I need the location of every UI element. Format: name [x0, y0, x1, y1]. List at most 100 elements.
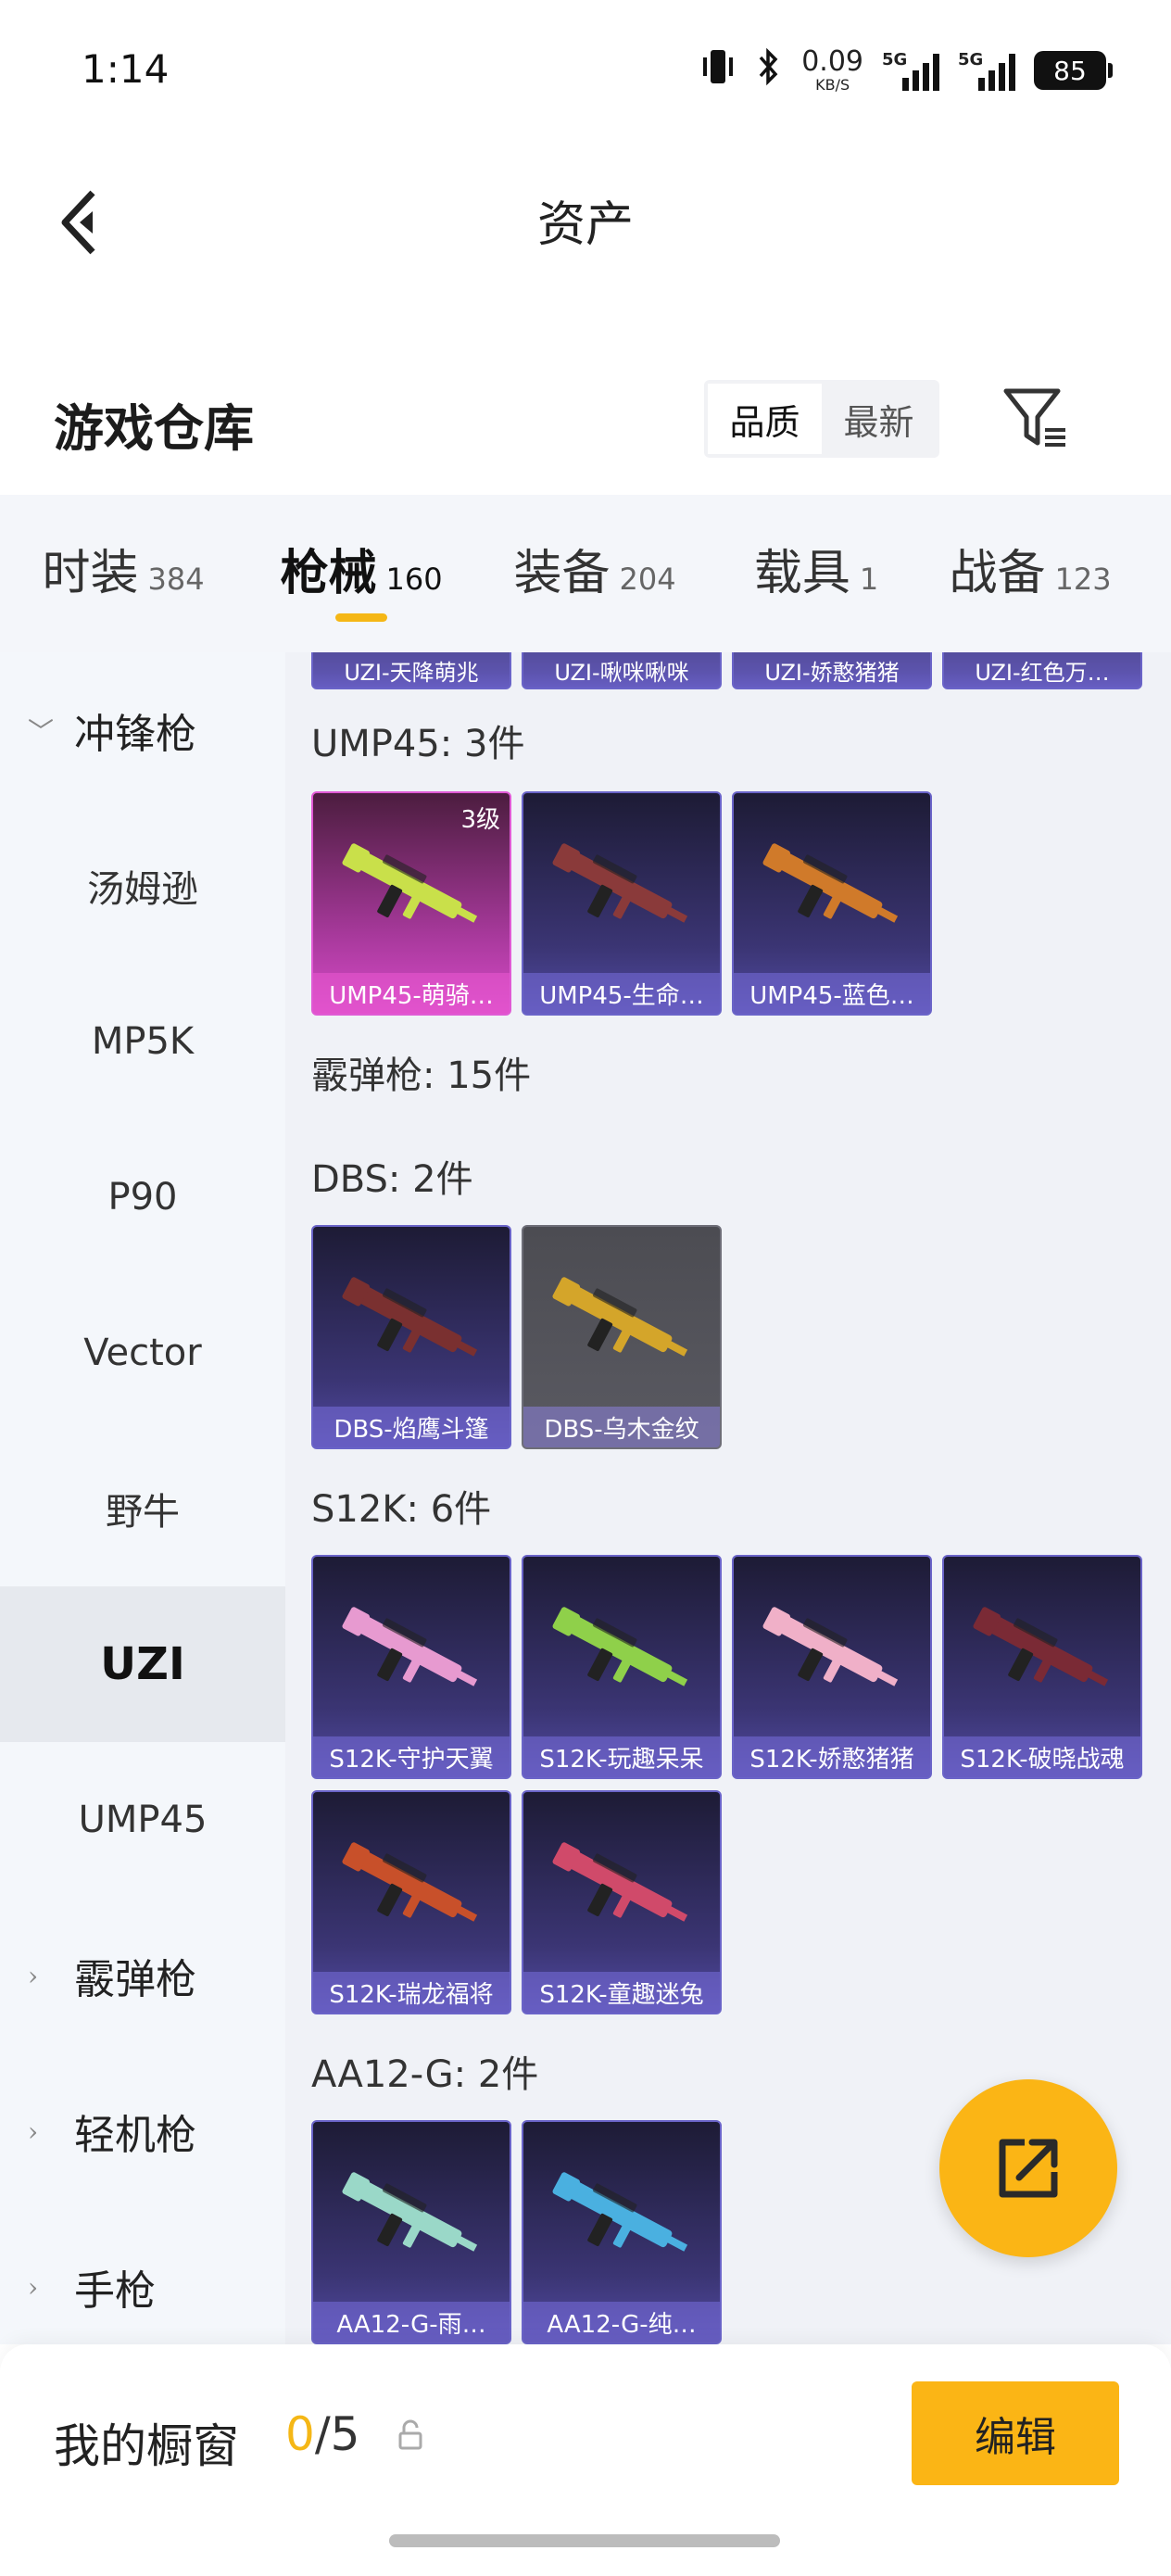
item-card[interactable]: UZI-天降萌兆 — [311, 652, 511, 689]
item-name: AA12-G-纯… — [523, 2302, 720, 2342]
sort-newest-option[interactable]: 最新 — [822, 384, 936, 454]
showcase-count: 0/5 — [285, 2407, 360, 2461]
sidebar-group-pistol[interactable]: › 手枪 — [0, 2209, 285, 2344]
item-card[interactable]: DBS-乌木金纹 — [522, 1225, 722, 1449]
section-title: S12K: 6件 — [311, 1488, 492, 1531]
item-name: S12K-童趣迷兔 — [523, 1972, 720, 2013]
chevron-down-icon: ﹀ — [28, 716, 55, 747]
tab-supplies[interactable]: 战备 123 — [919, 495, 1141, 652]
item-card[interactable]: UZI-啾咪啾咪 — [522, 652, 722, 689]
signal-5g-icon: 5G — [882, 50, 939, 91]
warehouse-title: 游戏仓库 — [54, 399, 254, 458]
vibrate-icon — [699, 46, 737, 95]
item-name: UZI-红色万… — [944, 652, 1140, 688]
sort-toggle: 品质 最新 — [704, 380, 939, 458]
signal-5g-secondary-icon: 5G — [958, 50, 1015, 91]
weapon-skin-icon — [762, 843, 899, 923]
section-title: AA12-G: 2件 — [311, 2053, 539, 2096]
section-title: DBS: 2件 — [311, 1158, 473, 1201]
item-card[interactable]: AA12-G-雨… — [311, 2120, 511, 2344]
sidebar-item-mp5k[interactable]: MP5K — [0, 964, 285, 1119]
chevron-right-icon: › — [28, 2115, 39, 2147]
network-speed: 0.09 KB/S — [801, 45, 863, 94]
sidebar-group-lmg[interactable]: › 轻机枪 — [0, 2053, 285, 2209]
status-time: 1:14 — [82, 46, 170, 92]
sidebar-item-vector[interactable]: Vector — [0, 1275, 285, 1431]
item-card[interactable]: DBS-焰鹰斗篷 — [311, 1225, 511, 1449]
weapon-skin-icon — [342, 1277, 478, 1357]
share-external-icon — [999, 2139, 1058, 2198]
item-card[interactable]: S12K-娇憨猪猪 — [732, 1555, 932, 1779]
category-tabs: 时装 384 枪械 160 装备 204 载具 1 战备 123 — [0, 495, 1171, 652]
item-name: S12K-娇憨猪猪 — [734, 1736, 930, 1777]
page-title: 资产 — [536, 197, 634, 253]
header: 资产 — [0, 139, 1171, 297]
item-name: DBS-乌木金纹 — [523, 1407, 720, 1447]
weapon-skin-icon — [342, 1842, 478, 1922]
sidebar-item-bizon[interactable]: 野牛 — [0, 1431, 285, 1586]
filter-icon — [1003, 388, 1065, 447]
item-card[interactable]: S12K-守护天翼 — [311, 1555, 511, 1779]
sidebar-group-smg[interactable]: ﹀ 冲锋枪 — [0, 652, 285, 808]
chevron-right-icon: › — [28, 2271, 39, 2303]
battery-indicator: 85 — [1034, 51, 1113, 90]
item-name: UZI-娇憨猪猪 — [734, 652, 930, 688]
item-name: DBS-焰鹰斗篷 — [313, 1407, 510, 1447]
item-card[interactable]: AA12-G-纯… — [522, 2120, 722, 2344]
item-card[interactable]: 3级 UMP45-萌骑… — [311, 791, 511, 1016]
item-card[interactable]: UMP45-蓝色… — [732, 791, 932, 1016]
sidebar-group-shotgun[interactable]: › 霰弹枪 — [0, 1898, 285, 2053]
item-name: UZI-天降萌兆 — [313, 652, 510, 688]
sidebar-item-uzi[interactable]: UZI — [0, 1586, 285, 1742]
weapon-skin-icon — [552, 1277, 688, 1357]
item-name: S12K-守护天翼 — [313, 1736, 510, 1777]
section-title: 霰弹枪: 15件 — [311, 1054, 532, 1097]
weapon-skin-icon — [342, 2172, 478, 2252]
sidebar-item-p90[interactable]: P90 — [0, 1119, 285, 1275]
edit-button[interactable]: 编辑 — [912, 2381, 1119, 2485]
item-name: S12K-玩趣呆呆 — [523, 1736, 720, 1777]
section-title: UMP45: 3件 — [311, 723, 525, 765]
weapon-skin-icon — [552, 1842, 688, 1922]
filter-button[interactable] — [999, 382, 1073, 456]
showcase-bar: 我的橱窗 0/5 编辑 — [0, 2344, 1171, 2576]
sidebar-item-ump45[interactable]: UMP45 — [0, 1742, 285, 1898]
weapon-skin-icon — [342, 1607, 478, 1686]
item-name: AA12-G-雨… — [313, 2302, 510, 2342]
weapon-type-sidebar: ﹀ 冲锋枪 汤姆逊 MP5K P90 Vector 野牛 UZI UMP45 › 霰… — [0, 652, 285, 2344]
sidebar-item-thompson[interactable]: 汤姆逊 — [0, 808, 285, 964]
sort-quality-option[interactable]: 品质 — [708, 384, 822, 454]
tab-equipment[interactable]: 装备 204 — [476, 495, 713, 652]
share-button[interactable] — [939, 2079, 1117, 2257]
item-name: UZI-啾咪啾咪 — [523, 652, 720, 688]
item-card[interactable]: UZI-娇憨猪猪 — [732, 652, 932, 689]
home-indicator[interactable] — [389, 2534, 780, 2547]
lock-icon — [398, 2419, 422, 2450]
tab-firearms[interactable]: 枪械 160 — [246, 495, 476, 652]
weapon-skin-icon — [552, 2172, 688, 2252]
item-card[interactable]: S12K-瑞龙福将 — [311, 1790, 511, 2014]
showcase-label: 我的橱窗 — [54, 2419, 239, 2473]
tab-fashion[interactable]: 时装 384 — [0, 495, 246, 652]
item-card[interactable]: S12K-玩趣呆呆 — [522, 1555, 722, 1779]
item-card[interactable]: S12K-破晓战魂 — [942, 1555, 1142, 1779]
item-card[interactable]: S12K-童趣迷兔 — [522, 1790, 722, 2014]
weapon-skin-icon — [552, 1607, 688, 1686]
item-card[interactable]: UZI-红色万… — [942, 652, 1142, 689]
tab-vehicles[interactable]: 载具 1 — [713, 495, 919, 652]
item-name: S12K-破晓战魂 — [944, 1736, 1140, 1777]
warehouse-header: 游戏仓库 品质 最新 — [0, 352, 1171, 482]
active-tab-indicator — [335, 613, 387, 622]
item-name: UMP45-蓝色… — [734, 973, 930, 1014]
item-name: UMP45-生命… — [523, 973, 720, 1014]
item-name: S12K-瑞龙福将 — [313, 1972, 510, 2013]
chevron-right-icon: › — [28, 1960, 39, 1991]
weapon-skin-icon — [973, 1607, 1109, 1686]
weapon-skin-icon — [552, 843, 688, 923]
weapon-skin-icon — [342, 843, 478, 923]
item-card[interactable]: UMP45-生命… — [522, 791, 722, 1016]
weapon-skin-icon — [762, 1607, 899, 1686]
bluetooth-icon — [755, 46, 783, 95]
status-bar: 1:14 0.09 KB/S 5G 5G 85 — [0, 0, 1171, 139]
item-name: UMP45-萌骑… — [313, 973, 510, 1014]
